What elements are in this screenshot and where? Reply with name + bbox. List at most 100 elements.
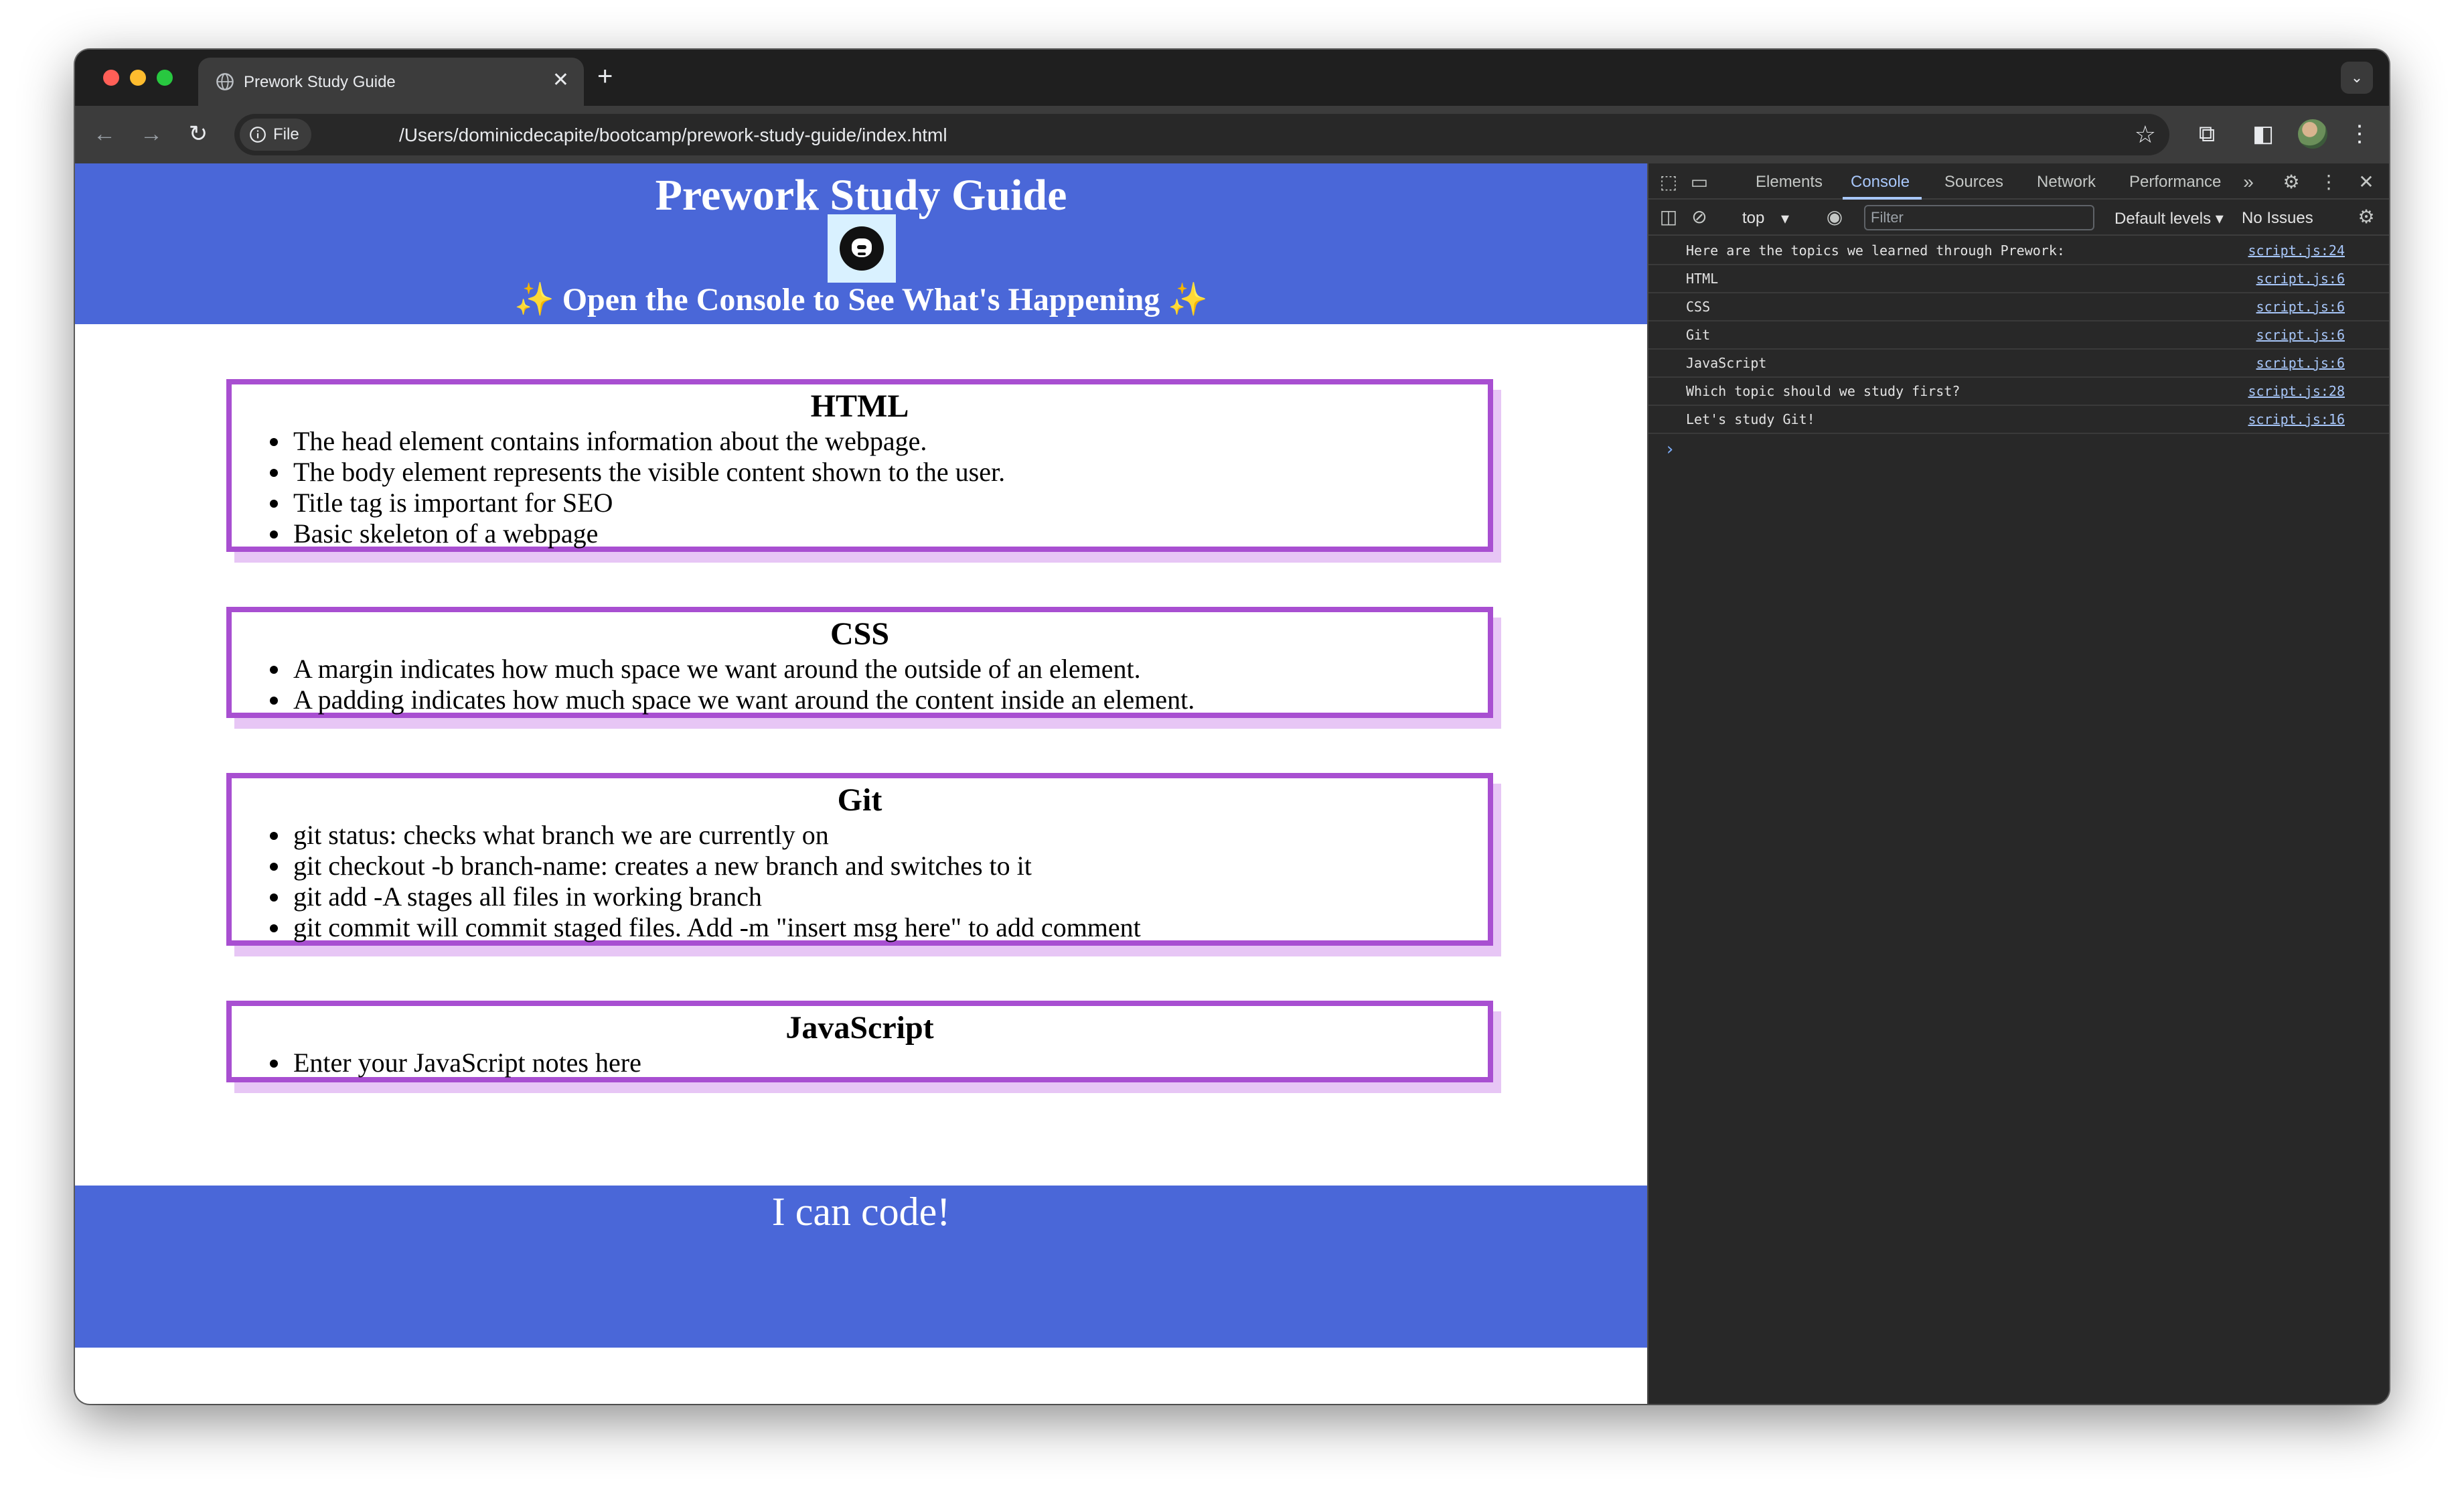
- console-message: JavaScript script.js:6: [1648, 350, 2389, 378]
- notes-list: git status: checks what branch we are cu…: [232, 820, 1488, 943]
- profile-avatar[interactable]: [2298, 119, 2327, 149]
- console-settings-gear-icon[interactable]: ⚙: [2356, 206, 2377, 228]
- devtools-tab-bar: ⬚ ▭ Elements Console Sources Network Per…: [1648, 163, 2389, 200]
- source-link[interactable]: script.js:6: [2256, 327, 2345, 343]
- tab-search-button[interactable]: ⌄: [2341, 62, 2373, 94]
- close-window-button[interactable]: [103, 70, 119, 86]
- section-heading: CSS: [830, 616, 890, 652]
- console-message: HTML script.js:6: [1648, 265, 2389, 293]
- device-toolbar-icon[interactable]: ▭: [1689, 171, 1710, 193]
- list-item: git checkout -b branch-name: creates a n…: [291, 851, 1488, 881]
- log-levels-dropdown[interactable]: Default levels ▾: [2114, 209, 2224, 228]
- list-item: git status: checks what branch we are cu…: [291, 820, 1488, 851]
- site-info-label: File: [273, 125, 299, 143]
- issues-counter[interactable]: No Issues: [2242, 209, 2313, 228]
- list-item: Title tag is important for SEO: [291, 488, 1488, 518]
- browser-window: Prework Study Guide ✕ + ⌄ ← → ↻ File /Us…: [75, 50, 2389, 1404]
- tab-performance[interactable]: Performance: [2129, 173, 2221, 192]
- console-prompt[interactable]: ›: [1665, 439, 1675, 459]
- filter-input[interactable]: Filter: [1864, 205, 2094, 230]
- site-header: Prework Study Guide ✨ Open the Console t…: [75, 163, 1647, 324]
- console-message: Git script.js:6: [1648, 321, 2389, 350]
- site-footer: I can code!: [75, 1186, 1647, 1348]
- context-dropdown-icon[interactable]: ▾: [1781, 209, 1789, 228]
- notes-list: The head element contains information ab…: [232, 426, 1488, 549]
- console-filter-bar: ◫ ⊘ top ▾ ◉ Filter Default levels ▾ No I…: [1648, 200, 2389, 236]
- notes-list: Enter your JavaScript notes here: [232, 1048, 1488, 1078]
- source-link[interactable]: script.js:24: [2248, 242, 2345, 259]
- address-bar[interactable]: File /Users/dominicdecapite/bootcamp/pre…: [234, 114, 2169, 155]
- github-logo: [828, 214, 896, 283]
- context-selector[interactable]: top: [1742, 209, 1764, 228]
- section-heading: Git: [837, 782, 882, 818]
- section-css: CSS A margin indicates how much space we…: [226, 607, 1493, 718]
- globe-icon: [216, 73, 234, 90]
- source-link[interactable]: script.js:6: [2256, 299, 2345, 315]
- eye-icon[interactable]: ◉: [1824, 206, 1845, 228]
- list-item: A padding indicates how much space we wa…: [291, 685, 1488, 715]
- console-message: CSS script.js:6: [1648, 293, 2389, 321]
- log-text: JavaScript: [1686, 355, 1767, 371]
- tab-title: Prework Study Guide: [244, 73, 396, 91]
- devtools-panel: ⬚ ▭ Elements Console Sources Network Per…: [1647, 163, 2389, 1404]
- tab-strip: Prework Study Guide ✕ + ⌄: [75, 50, 2389, 106]
- list-item: The body element represents the visible …: [291, 457, 1488, 488]
- chrome-menu-icon[interactable]: ⋮: [2345, 119, 2374, 149]
- log-text: CSS: [1686, 299, 1711, 315]
- tab-network[interactable]: Network: [2037, 173, 2096, 192]
- more-options-icon[interactable]: ⋮: [2318, 171, 2339, 193]
- list-item: Basic skeleton of a webpage: [291, 518, 1488, 549]
- source-link[interactable]: script.js:6: [2256, 355, 2345, 371]
- notes-list: A margin indicates how much space we wan…: [232, 654, 1488, 715]
- source-link[interactable]: script.js:6: [2256, 271, 2345, 287]
- footer-text: I can code!: [771, 1190, 951, 1234]
- inspect-element-icon[interactable]: ⬚: [1658, 171, 1679, 193]
- page-viewport: Prework Study Guide ✨ Open the Console t…: [75, 163, 1647, 1404]
- tab-prework-study-guide[interactable]: Prework Study Guide ✕: [198, 58, 584, 106]
- section-javascript: JavaScript Enter your JavaScript notes h…: [226, 1001, 1493, 1082]
- log-text: HTML: [1686, 271, 1719, 287]
- list-item: The head element contains information ab…: [291, 426, 1488, 457]
- reload-icon[interactable]: ↻: [183, 119, 213, 149]
- settings-gear-icon[interactable]: ⚙: [2281, 171, 2302, 193]
- back-arrow-icon[interactable]: ←: [90, 119, 119, 149]
- log-text: Which topic should we study first?: [1686, 383, 1960, 399]
- tab-elements[interactable]: Elements: [1756, 173, 1823, 192]
- section-heading: JavaScript: [785, 1010, 934, 1046]
- list-item: Enter your JavaScript notes here: [291, 1048, 1488, 1078]
- list-item: git add -A stages all files in working b…: [291, 881, 1488, 912]
- section-html: HTML The head element contains informati…: [226, 379, 1493, 552]
- extensions-puzzle-icon[interactable]: ⧉: [2192, 119, 2222, 149]
- log-text: Here are the topics we learned through P…: [1686, 242, 2065, 259]
- page-subtitle: ✨ Open the Console to See What's Happeni…: [514, 282, 1209, 317]
- console-message: Which topic should we study first? scrip…: [1648, 378, 2389, 406]
- list-item: git commit will commit staged files. Add…: [291, 912, 1488, 943]
- close-devtools-icon[interactable]: ✕: [2356, 171, 2377, 193]
- tab-console[interactable]: Console: [1851, 173, 1910, 192]
- console-message: Here are the topics we learned through P…: [1648, 237, 2389, 265]
- list-item: A margin indicates how much space we wan…: [291, 654, 1488, 685]
- console-message: Let's study Git! script.js:16: [1648, 406, 2389, 434]
- log-text: Let's study Git!: [1686, 411, 1815, 427]
- url-text[interactable]: /Users/dominicdecapite/bootcamp/prework-…: [399, 125, 947, 146]
- console-messages: Here are the topics we learned through P…: [1648, 237, 2389, 434]
- section-heading: HTML: [810, 388, 909, 424]
- more-tabs-chevron-icon[interactable]: »: [2238, 171, 2259, 193]
- source-link[interactable]: script.js:16: [2248, 411, 2345, 427]
- maximize-window-button[interactable]: [157, 70, 173, 86]
- info-icon: [250, 127, 266, 143]
- section-git: Git git status: checks what branch we ar…: [226, 773, 1493, 946]
- forward-arrow-icon[interactable]: →: [137, 119, 166, 149]
- new-tab-button[interactable]: +: [597, 60, 613, 92]
- log-text: Git: [1686, 327, 1711, 343]
- clear-console-icon[interactable]: ⊘: [1689, 206, 1710, 228]
- tab-sources[interactable]: Sources: [1944, 173, 2003, 192]
- bookmark-star-icon[interactable]: ☆: [2135, 121, 2156, 149]
- tab-close-icon[interactable]: ✕: [552, 68, 569, 92]
- browser-toolbar: ← → ↻ File /Users/dominicdecapite/bootca…: [75, 106, 2389, 163]
- site-info-chip[interactable]: File: [240, 119, 311, 151]
- side-panel-icon[interactable]: ◧: [2248, 119, 2278, 149]
- source-link[interactable]: script.js:28: [2248, 383, 2345, 399]
- minimize-window-button[interactable]: [130, 70, 146, 86]
- sidebar-toggle-icon[interactable]: ◫: [1658, 206, 1679, 228]
